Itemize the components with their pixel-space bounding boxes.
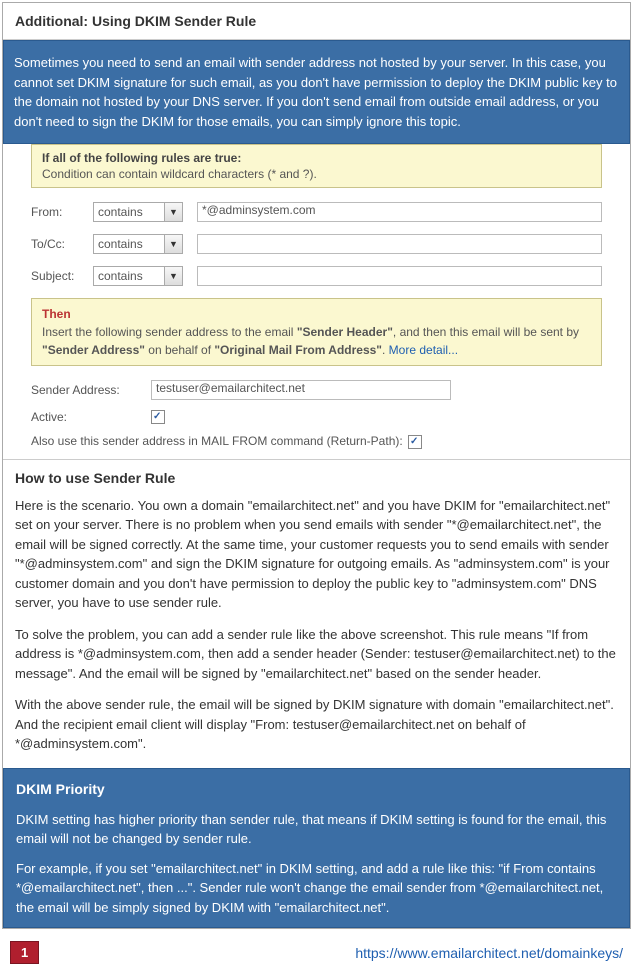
sender-address-label: Sender Address: <box>31 383 151 397</box>
active-checkbox[interactable] <box>151 410 165 424</box>
chevron-down-icon[interactable]: ▼ <box>164 235 182 253</box>
priority-p2: For example, if you set "emailarchitect.… <box>16 859 617 918</box>
howto-p1: Here is the scenario. You own a domain "… <box>15 496 618 613</box>
then-text: , and then this email will be sent by <box>393 325 579 339</box>
priority-box: DKIM Priority DKIM setting has higher pr… <box>3 768 630 929</box>
then-bold: "Sender Header" <box>297 325 393 339</box>
mailfrom-row: Also use this sender address in MAIL FRO… <box>31 434 602 453</box>
then-bold: "Sender Address" <box>42 343 145 357</box>
operator-select[interactable]: contains ▼ <box>93 266 183 286</box>
mailfrom-checkbox[interactable] <box>408 435 422 449</box>
footer-link[interactable]: https://www.emailarchitect.net/domainkey… <box>355 945 623 961</box>
then-title: Then <box>42 305 591 323</box>
then-bold: "Original Mail From Address" <box>214 343 382 357</box>
mailfrom-label: Also use this sender address in MAIL FRO… <box>31 434 403 448</box>
condition-row-tocc: To/Cc: contains ▼ <box>31 234 602 254</box>
active-label: Active: <box>31 410 151 424</box>
footer: 1 https://www.emailarchitect.net/domaink… <box>0 931 633 970</box>
conditions-header: If all of the following rules are true: … <box>31 144 602 188</box>
howto-title: How to use Sender Rule <box>3 459 630 496</box>
howto-body: Here is the scenario. You own a domain "… <box>3 496 630 768</box>
sender-address-row: Sender Address: testuser@emailarchitect.… <box>31 380 602 400</box>
then-text: on behalf of <box>145 343 214 357</box>
then-text: Insert the following sender address to t… <box>42 325 297 339</box>
condition-row-from: From: contains ▼ *@adminsystem.com <box>31 202 602 222</box>
chevron-down-icon[interactable]: ▼ <box>164 267 182 285</box>
intro-note: Sometimes you need to send an email with… <box>3 40 630 144</box>
rule-editor-screenshot: If all of the following rules are true: … <box>3 144 630 459</box>
operator-value: contains <box>94 269 164 283</box>
operator-select[interactable]: contains ▼ <box>93 202 183 222</box>
operator-select[interactable]: contains ▼ <box>93 234 183 254</box>
condition-value-input[interactable]: *@adminsystem.com <box>197 202 602 222</box>
page-title: Additional: Using DKIM Sender Rule <box>3 3 630 40</box>
condition-label: Subject: <box>31 269 93 283</box>
priority-title: DKIM Priority <box>16 779 617 800</box>
condition-label: To/Cc: <box>31 237 93 251</box>
more-detail-link[interactable]: More detail... <box>389 343 458 357</box>
active-row: Active: <box>31 410 602 424</box>
sender-address-input[interactable]: testuser@emailarchitect.net <box>151 380 451 400</box>
conditions-title: If all of the following rules are true: <box>42 151 591 165</box>
then-text: . <box>382 343 389 357</box>
conditions-subtitle: Condition can contain wildcard character… <box>42 167 591 181</box>
condition-label: From: <box>31 205 93 219</box>
then-box: Then Insert the following sender address… <box>31 298 602 366</box>
priority-p1: DKIM setting has higher priority than se… <box>16 810 617 849</box>
page-number: 1 <box>10 941 39 964</box>
operator-value: contains <box>94 237 164 251</box>
condition-value-input[interactable] <box>197 266 602 286</box>
chevron-down-icon[interactable]: ▼ <box>164 203 182 221</box>
condition-row-subject: Subject: contains ▼ <box>31 266 602 286</box>
howto-p3: With the above sender rule, the email wi… <box>15 695 618 754</box>
howto-p2: To solve the problem, you can add a send… <box>15 625 618 684</box>
condition-value-input[interactable] <box>197 234 602 254</box>
operator-value: contains <box>94 205 164 219</box>
